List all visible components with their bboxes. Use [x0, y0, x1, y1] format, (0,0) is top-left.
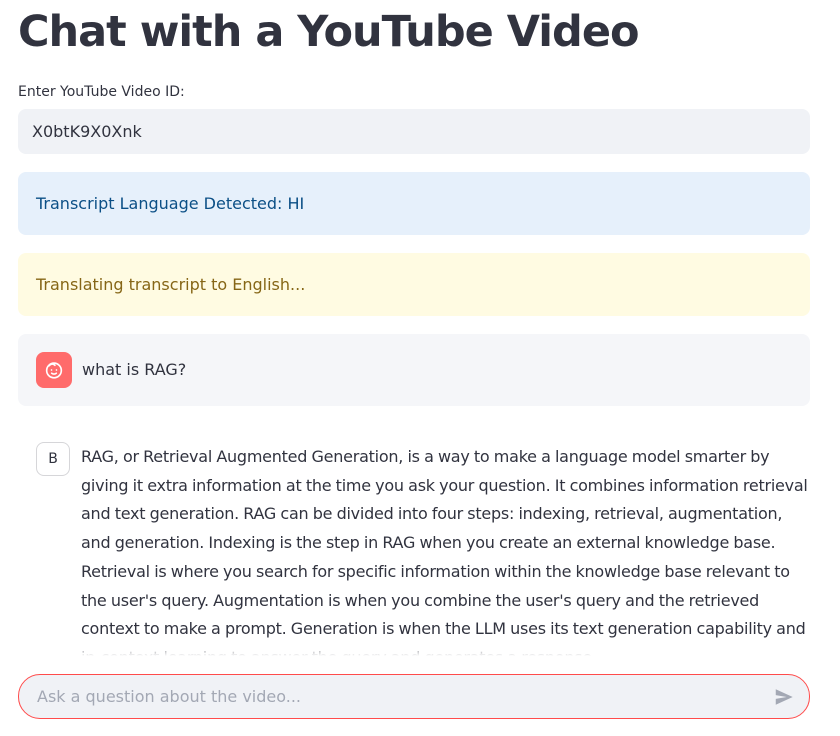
- language-info-text: Transcript Language Detected: HI: [36, 194, 305, 213]
- assistant-message-text: RAG, or Retrieval Augmented Generation, …: [81, 447, 808, 656]
- app-page: Chat with a YouTube Video Enter YouTube …: [0, 0, 840, 736]
- user-message-text: what is RAG?: [82, 360, 187, 379]
- video-id-input[interactable]: [18, 109, 810, 154]
- translation-warning-text: Translating transcript to English...: [36, 275, 306, 294]
- chat-input-container: [18, 674, 810, 719]
- scroll-fade: [18, 640, 810, 656]
- assistant-avatar: B: [36, 442, 70, 476]
- send-button[interactable]: [771, 684, 797, 710]
- send-arrow-icon: [775, 689, 793, 705]
- user-message: what is RAG?: [18, 334, 810, 406]
- translation-warning-alert: Translating transcript to English...: [18, 253, 810, 316]
- assistant-message: B RAG, or Retrieval Augmented Generation…: [18, 428, 810, 656]
- page-title: Chat with a YouTube Video: [18, 7, 640, 57]
- chat-input[interactable]: [37, 675, 757, 718]
- language-info-alert: Transcript Language Detected: HI: [18, 172, 810, 235]
- video-id-label: Enter YouTube Video ID:: [18, 84, 185, 100]
- smiley-face-icon: [36, 352, 72, 388]
